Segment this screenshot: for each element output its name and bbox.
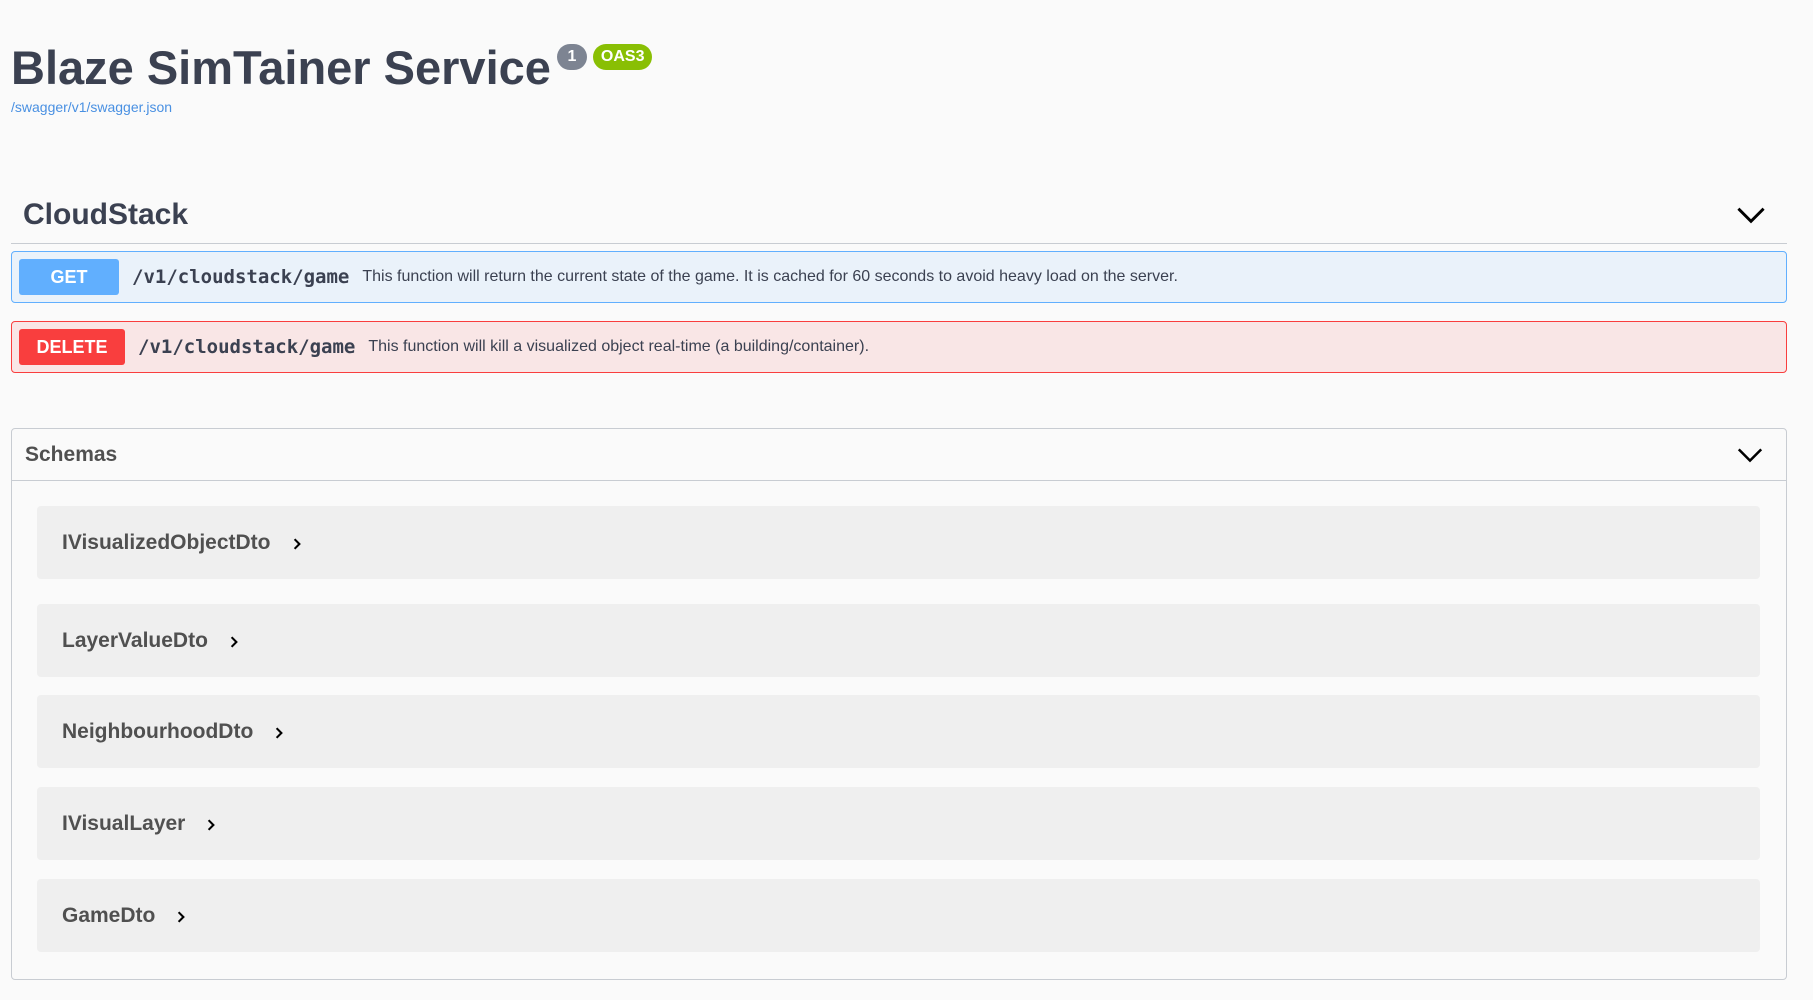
- version-badge: 1: [556, 44, 587, 70]
- schema-item-gamedto[interactable]: GameDto: [37, 879, 1760, 952]
- tag-title: CloudStack: [23, 197, 189, 231]
- schema-item-ivisualizedobjectdto[interactable]: IVisualizedObjectDto: [37, 506, 1760, 579]
- chevron-right-icon: [208, 819, 216, 831]
- operation-get-game[interactable]: GET /v1/cloudstack/game This function wi…: [11, 251, 1787, 303]
- operation-path: /v1/cloudstack/game: [132, 266, 350, 288]
- operation-path: /v1/cloudstack/game: [138, 336, 356, 358]
- chevron-down-icon[interactable]: [1734, 439, 1766, 471]
- chevron-right-icon: [276, 727, 284, 739]
- title-row: Blaze SimTainer Service 1 OAS3: [11, 40, 653, 96]
- tag-section-cloudstack[interactable]: CloudStack: [11, 186, 1787, 244]
- schema-name: GameDto: [62, 903, 156, 927]
- swagger-ui-page: Blaze SimTainer Service 1 OAS3 /swagger/…: [0, 0, 1813, 1000]
- chevron-right-icon: [230, 636, 238, 648]
- page-title: Blaze SimTainer Service: [11, 41, 551, 94]
- schema-item-ivisuallayer[interactable]: IVisualLayer: [37, 787, 1760, 860]
- spec-url-link[interactable]: /swagger/v1/swagger.json: [11, 99, 652, 115]
- chevron-right-icon: [293, 538, 301, 550]
- schema-name: NeighbourhoodDto: [62, 719, 254, 743]
- schema-item-neighbourhooddto[interactable]: NeighbourhoodDto: [37, 695, 1760, 768]
- method-badge-get: GET: [19, 259, 119, 295]
- operation-delete-game[interactable]: DELETE /v1/cloudstack/game This function…: [11, 321, 1787, 373]
- schemas-section: Schemas IVisualizedObjectDto LayerValueD…: [11, 428, 1787, 980]
- schema-item-layervaluedto[interactable]: LayerValueDto: [37, 604, 1760, 677]
- schema-name: LayerValueDto: [62, 628, 208, 652]
- schemas-title: Schemas: [25, 442, 118, 466]
- schema-name: IVisualizedObjectDto: [62, 530, 271, 554]
- schema-name: IVisualLayer: [62, 811, 186, 835]
- oas-badge: OAS3: [592, 44, 653, 70]
- method-badge-delete: DELETE: [19, 329, 125, 365]
- chevron-right-icon: [178, 911, 186, 923]
- api-info: Blaze SimTainer Service 1 OAS3 /swagger/…: [11, 40, 653, 115]
- chevron-down-icon[interactable]: [1733, 197, 1769, 233]
- operation-summary: This function will return the current st…: [362, 268, 1178, 285]
- schemas-header[interactable]: Schemas: [12, 429, 1786, 481]
- operation-summary: This function will kill a visualized obj…: [368, 338, 870, 355]
